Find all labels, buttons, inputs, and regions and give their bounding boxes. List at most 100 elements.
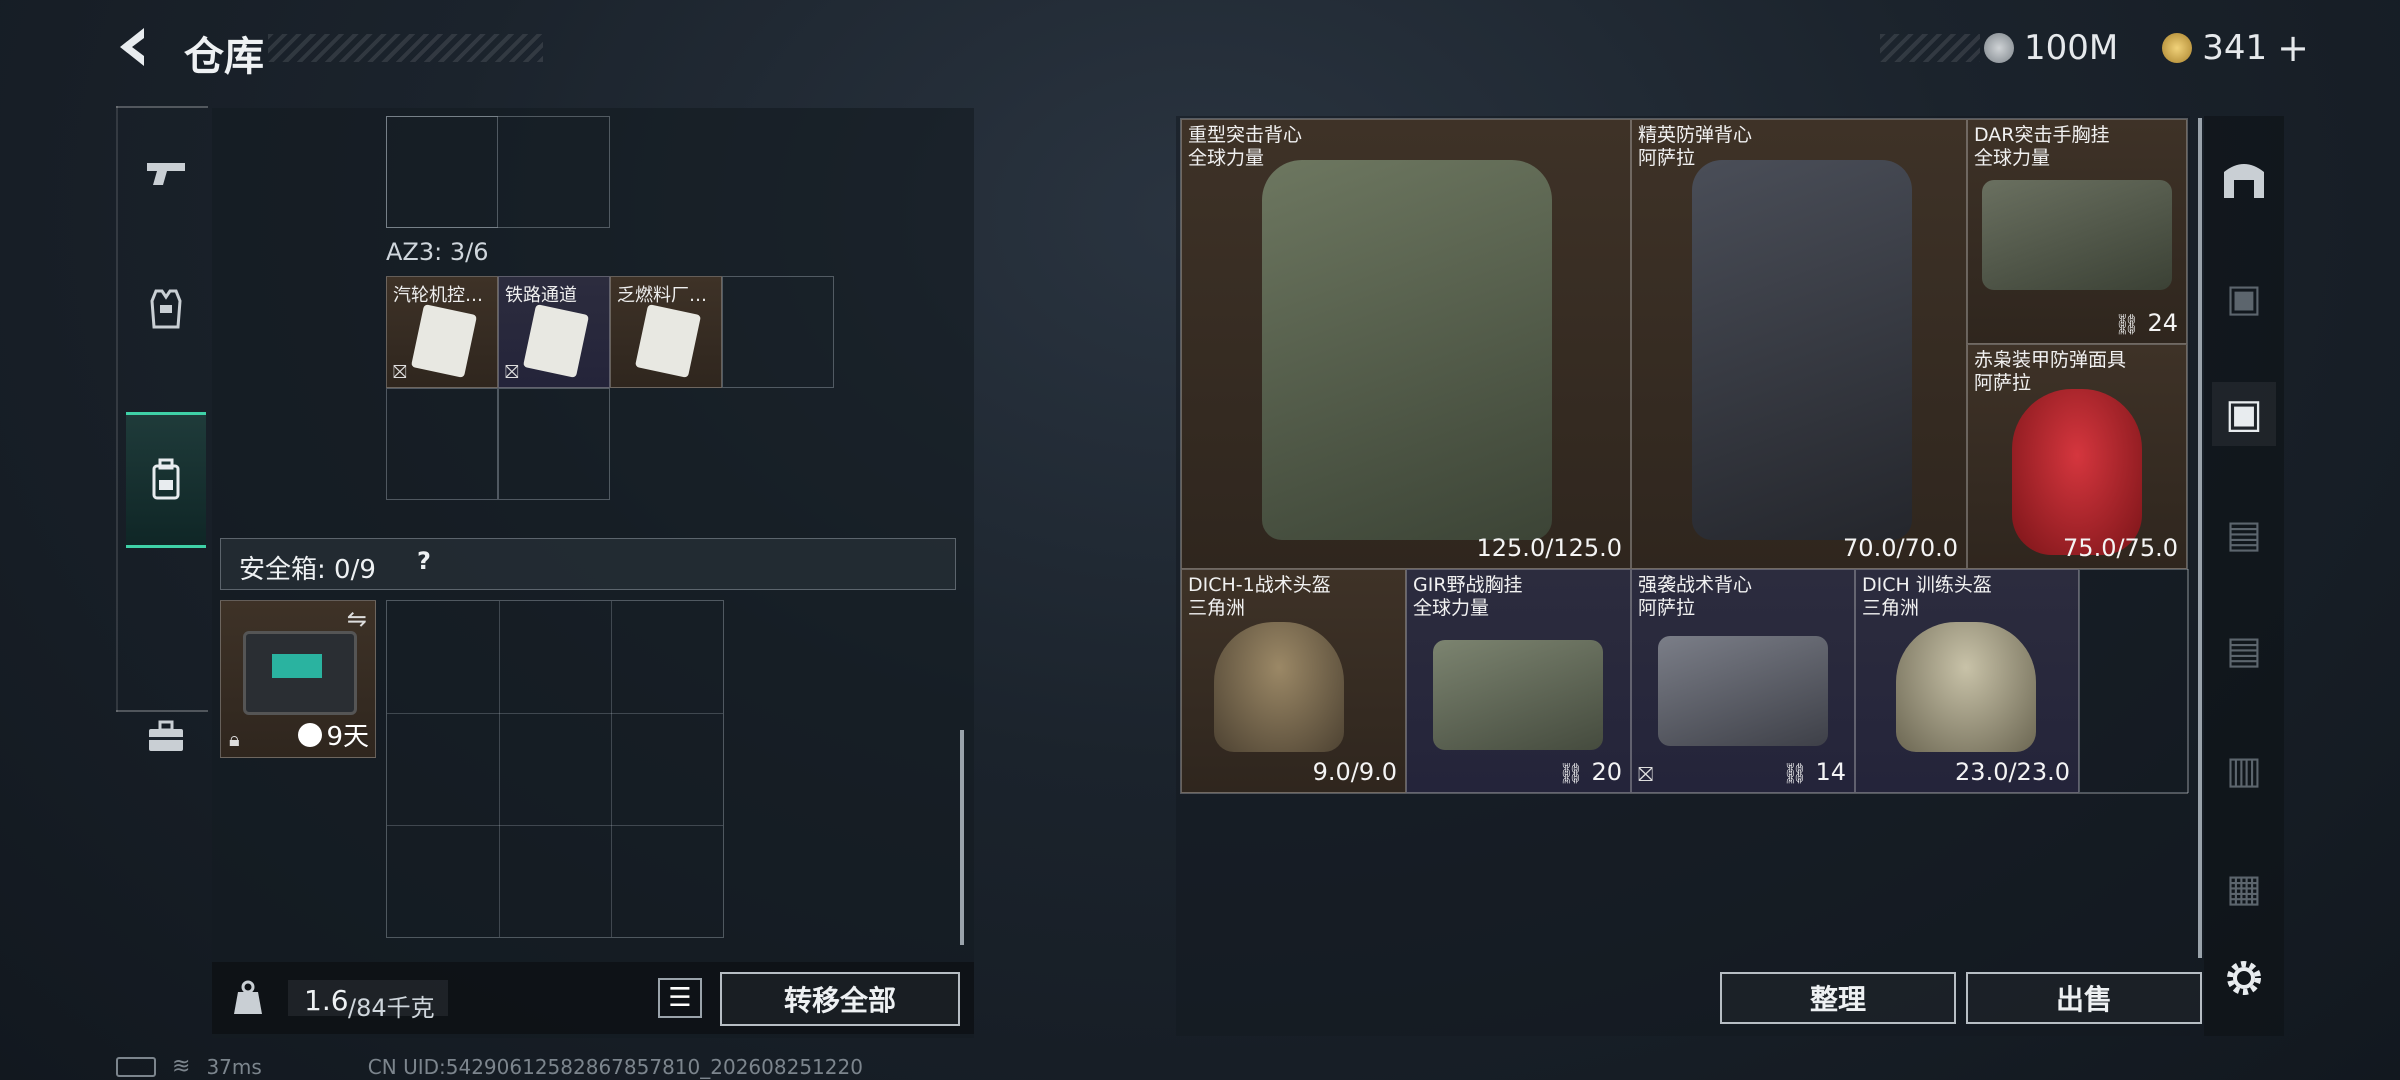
az3-item-2[interactable]: 铁路通道 ⛝ — [498, 276, 610, 388]
item-faction: 阿萨拉 — [1638, 597, 1696, 619]
storage-item-owl-mask[interactable]: 赤枭装甲防弹面具 阿萨拉 75.0/75.0 — [1967, 344, 2187, 569]
safe-box-item[interactable]: ⇋ 🔒︎ 9天 — [220, 600, 376, 758]
user-uid: CN UID:542906125828678578​10_20260825122… — [367, 1054, 863, 1079]
storage-item-gir-rig[interactable]: GIR野战胸挂 全球力量 ⛓ 20 — [1406, 569, 1631, 793]
storage-item-assault-vest[interactable]: 强袭战术背心 阿萨拉 ⛝ ⛓ 14 — [1631, 569, 1855, 793]
item-name: DICH-1战术头盔 — [1188, 574, 1331, 596]
item-label: DICH 训练头盔 三角洲 — [1862, 574, 1992, 620]
storage-box-icon: ▤ — [2226, 628, 2262, 672]
capacity-value: 14 — [1815, 758, 1846, 786]
timer: 9天 — [298, 716, 369, 753]
wifi-icon: ≋ — [172, 1054, 191, 1079]
back-arrow-icon — [120, 28, 144, 66]
item-faction: 三角洲 — [1862, 597, 1920, 619]
list-icon: ☰ — [668, 983, 692, 1013]
container-scrollbar[interactable] — [960, 730, 964, 945]
storage-tab-6[interactable]: ▥ — [2212, 738, 2276, 802]
add-currency-button[interactable]: + — [2277, 26, 2309, 70]
item-durability: 70.0/70.0 — [1843, 534, 1958, 562]
storage-item-elite-vest[interactable]: 精英防弹背心 阿萨拉 70.0/70.0 — [1631, 119, 1967, 569]
storage-box-icon: ▤ — [2226, 512, 2262, 556]
grid-slot[interactable] — [722, 276, 834, 388]
grid-slot[interactable] — [386, 116, 610, 228]
keycard-image — [522, 304, 590, 378]
item-durability: 23.0/23.0 — [1955, 758, 2070, 786]
currency-bar: 100M 341 + — [1984, 26, 2309, 70]
list-view-button[interactable]: ☰ — [658, 978, 702, 1018]
back-button[interactable] — [110, 22, 160, 72]
storage-tab-7[interactable]: ▦ — [2212, 856, 2276, 920]
storage-item-dich1-helmet[interactable]: DICH-1战术头盔 三角洲 9.0/9.0 — [1181, 569, 1406, 793]
storage-tab-all[interactable] — [2212, 146, 2276, 210]
gear-icon — [2227, 961, 2261, 995]
item-label: DAR突击手胸挂 全球力量 — [1974, 124, 2110, 170]
item-faction: 全球力量 — [1974, 147, 2051, 169]
storage-tab-4[interactable]: ▤ — [2212, 502, 2276, 566]
item-name: DICH 训练头盔 — [1862, 574, 1992, 596]
swap-icon[interactable]: ⇋ — [347, 605, 367, 633]
weight-current: 1.6 — [304, 984, 349, 1017]
item-name: 精英防弹背心 — [1638, 124, 1753, 146]
capacity-icon: ⛓ — [1558, 761, 1584, 785]
item-name: DAR突击手胸挂 — [1974, 124, 2110, 146]
armor-vest-icon — [150, 289, 182, 329]
item-label: 强袭战术背心 阿萨拉 — [1638, 574, 1752, 620]
grid-slot[interactable] — [498, 388, 610, 500]
storage-scrollbar[interactable] — [2198, 118, 2202, 958]
currency-silver-value: 100M — [2024, 28, 2119, 68]
vest-image — [1692, 160, 1912, 540]
item-name: 汽轮机控… — [393, 285, 483, 306]
storage-tab-2[interactable]: ▣ — [2212, 266, 2276, 330]
status-bar: ≋ 37ms CN UID:542906125828678578​10_2026… — [116, 1054, 863, 1079]
item-durability: 75.0/75.0 — [2063, 534, 2178, 562]
no-insure-icon: ⛝ — [1638, 762, 1654, 786]
transfer-all-button[interactable]: 转移全部 — [720, 972, 960, 1026]
grid-slot[interactable] — [2079, 569, 2189, 793]
item-name: 重型突击背心 — [1188, 124, 1303, 146]
item-capacity: ⛓ 14 — [1782, 758, 1846, 786]
page-title: 仓库 — [184, 34, 264, 80]
nav-backpack-tab[interactable] — [126, 412, 206, 548]
nav-weapon-tab[interactable] — [126, 108, 206, 238]
helmet-image — [1896, 622, 2036, 752]
item-capacity: ⛓ 20 — [1558, 758, 1622, 786]
left-nav — [116, 106, 210, 751]
no-insure-icon: ⛝ — [505, 362, 519, 383]
storage-item-heavy-vest[interactable]: 重型突击背心 全球力量 125.0/125.0 — [1181, 119, 1631, 569]
nav-toolbox-tab[interactable] — [126, 672, 206, 802]
sell-button[interactable]: 出售 — [1966, 972, 2202, 1024]
grid-slot[interactable] — [386, 388, 498, 500]
storage-tab-3[interactable]: ▣ — [2212, 382, 2276, 446]
safe-box-grid[interactable] — [386, 600, 724, 938]
ping-value: 37ms — [206, 1054, 262, 1079]
storage-item-dich-training-helmet[interactable]: DICH 训练头盔 三角洲 23.0/23.0 — [1855, 569, 2079, 793]
safe-box-image — [243, 631, 357, 715]
help-icon[interactable]: ? — [417, 547, 431, 575]
chest-rig-image — [1982, 180, 2172, 290]
item-capacity: ⛓ 24 — [2114, 309, 2178, 337]
currency-gold-value: 341 — [2202, 28, 2268, 68]
item-name: 强袭战术背心 — [1638, 574, 1753, 596]
az3-item-1[interactable]: 汽轮机控… ⛝ — [386, 276, 498, 388]
warehouse-icon — [2224, 164, 2264, 198]
pistol-icon — [147, 163, 185, 185]
capacity-icon: ⛓ — [2114, 312, 2140, 336]
item-durability: 125.0/125.0 — [1476, 534, 1623, 562]
item-faction: 全球力量 — [1413, 597, 1490, 619]
item-name: 乏燃料厂… — [617, 285, 707, 306]
backpack-icon — [152, 458, 180, 500]
settings-button[interactable] — [2212, 946, 2276, 1010]
gold-coin-icon — [2162, 33, 2193, 63]
storage-item-dar-rig[interactable]: DAR突击手胸挂 全球力量 ⛓ 24 — [1967, 119, 2187, 344]
item-durability: 9.0/9.0 — [1312, 758, 1397, 786]
weight-total: /84千克 — [348, 994, 435, 1022]
sort-button[interactable]: 整理 — [1720, 972, 1956, 1024]
storage-box-icon: ▣ — [2226, 276, 2262, 320]
az3-item-3[interactable]: 乏燃料厂… — [610, 276, 722, 388]
nav-armor-tab[interactable] — [126, 244, 206, 374]
az3-label: AZ3: 3/6 — [386, 238, 489, 266]
storage-tab-5[interactable]: ▤ — [2212, 618, 2276, 682]
storage-box-icon: ▣ — [2225, 391, 2263, 437]
safe-box-header: 安全箱: 0/9 ? — [220, 538, 956, 590]
vest-image — [1658, 636, 1828, 746]
